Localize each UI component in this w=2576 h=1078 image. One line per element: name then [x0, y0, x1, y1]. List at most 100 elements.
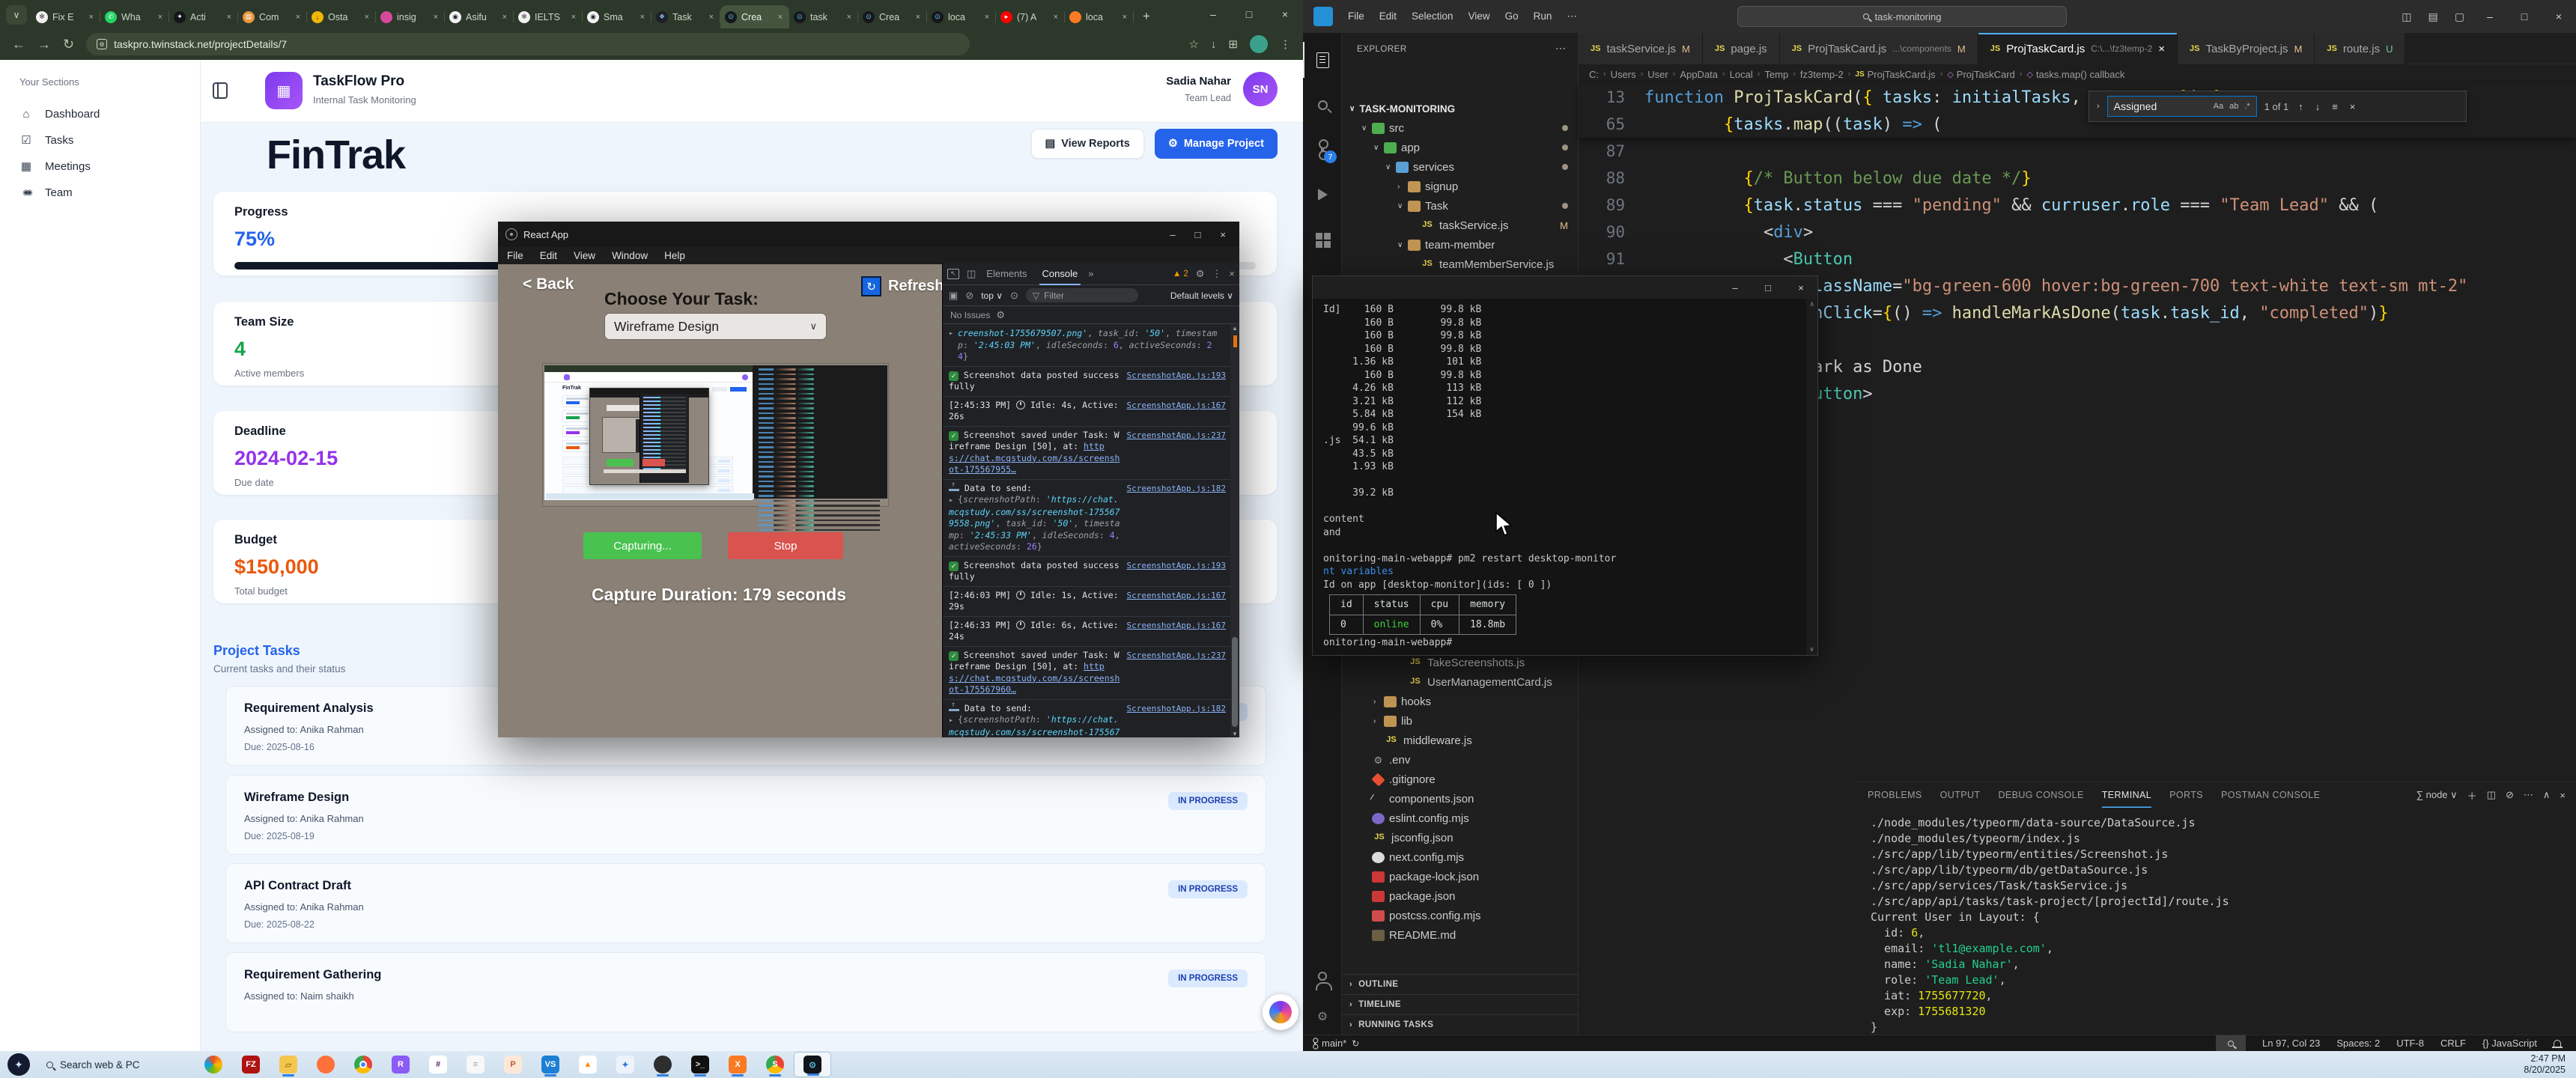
tab-close-icon[interactable]: × [1120, 11, 1129, 23]
breadcrumb-item[interactable]: Users [1611, 69, 1636, 80]
tree-item-eslint-config-mjs[interactable]: eslint.config.mjs [1342, 808, 1579, 828]
tree-item--env[interactable]: ⚙.env [1342, 750, 1579, 770]
bookmark-star-icon[interactable]: ☆ [1188, 37, 1198, 51]
taskbar-clock[interactable]: 2:47 PM 8/20/2025 [2524, 1053, 2576, 1076]
default-levels-select[interactable]: Default levels ∨ [1170, 290, 1233, 301]
vscode-menu-go[interactable]: Go [1498, 10, 1526, 22]
explorer-section-outline[interactable]: ›OUTLINE [1342, 974, 1579, 994]
editor-tab-2[interactable]: JSpage.js [1703, 33, 1780, 64]
taskbar-app-vlc[interactable]: ▲ [569, 1052, 607, 1077]
devtools-tab-elements[interactable]: Elements [983, 263, 1030, 285]
console-sidebar-icon[interactable]: ▣ [949, 290, 958, 302]
taskbar-app-react-app[interactable]: ⊙ [794, 1052, 831, 1077]
log-source-link[interactable]: ScreenshotApp.js:167 [1127, 400, 1226, 423]
browser-tab-8[interactable]: ✻IELTS× [514, 5, 583, 28]
tab-close-icon[interactable]: × [294, 11, 303, 23]
task-select[interactable]: Wireframe Design ∨ [604, 313, 827, 340]
forward-icon[interactable]: → [37, 37, 51, 52]
devtools-close-icon[interactable]: × [1229, 268, 1235, 279]
breadcrumb-item[interactable]: C: [1589, 69, 1599, 80]
editor-tab-1[interactable]: JStaskService.jsM [1579, 33, 1703, 64]
editor-tab-5[interactable]: JSTaskByProject.jsM [2178, 33, 2315, 64]
tab-close-icon[interactable]: × [500, 11, 509, 23]
explorer-root-folder[interactable]: ∨TASK-MONITORING [1349, 99, 1574, 118]
taskbar-app-terminal[interactable]: >_ [681, 1052, 719, 1077]
activity-search-icon[interactable] [1303, 87, 1342, 123]
tree-item-readme-md[interactable]: README.md [1342, 925, 1579, 945]
tree-item-task[interactable]: ∨Task [1342, 196, 1579, 216]
tab-close-icon[interactable]: × [1051, 11, 1060, 23]
panel-tab-ports[interactable]: PORTS [2169, 782, 2203, 808]
vscode-search-box[interactable]: task-monitoring [1737, 6, 2067, 27]
log-source-link[interactable]: ScreenshotApp.js:193 [1127, 370, 1226, 393]
tree-item-src[interactable]: ∨src [1342, 118, 1579, 138]
explorer-more-icon[interactable]: ⋯ [1555, 42, 1566, 55]
extensions-icon[interactable]: ⊞ [1228, 37, 1238, 51]
breadcrumb-item[interactable]: User [1647, 69, 1668, 80]
log-source-link[interactable]: ScreenshotApp.js:167 [1127, 590, 1226, 613]
activity-settings-icon[interactable]: ⚙ [1303, 999, 1342, 1035]
taskbar-app-xampp[interactable]: X [719, 1052, 756, 1077]
breadcrumb-item[interactable]: AppData [1680, 69, 1718, 80]
tab-close-icon[interactable]: × [914, 11, 923, 23]
taskbar-app-paint[interactable]: P [494, 1052, 532, 1077]
maximize-button[interactable]: □ [1195, 229, 1201, 240]
maximize-button[interactable]: □ [1752, 282, 1784, 293]
back-button[interactable]: < Back [523, 275, 574, 293]
tree-item-hooks[interactable]: ›hooks [1342, 692, 1579, 711]
tab-close-icon[interactable]: × [431, 11, 440, 23]
panel-tab-terminal[interactable]: TERMINAL [2102, 782, 2151, 808]
taskbar-app-chrome[interactable] [344, 1052, 382, 1077]
explorer-section-running-tasks[interactable]: ›RUNNING TASKS [1342, 1014, 1579, 1035]
new-tab-button[interactable]: + [1134, 9, 1159, 28]
tree-item-signup[interactable]: ›signup [1342, 177, 1579, 196]
tab-close-icon[interactable]: × [845, 11, 854, 23]
view-reports-button[interactable]: ▤View Reports [1031, 129, 1144, 159]
tree-item-app[interactable]: ∨app [1342, 138, 1579, 157]
tab-close-icon[interactable]: × [156, 11, 165, 23]
breadcrumb-item[interactable]: tasks.map() callback [2036, 69, 2124, 80]
close-button[interactable]: × [1784, 282, 1817, 293]
taskbar-search[interactable]: Search web & PC [46, 1059, 181, 1071]
download-icon[interactable]: ↓ [1211, 38, 1217, 51]
tree-item-lib[interactable]: ›lib [1342, 711, 1579, 731]
menu-file[interactable]: File [507, 250, 523, 261]
panel-tab-output[interactable]: OUTPUT [1940, 782, 1981, 808]
log-source-link[interactable]: ScreenshotApp.js:182 [1127, 703, 1226, 738]
taskbar-app-notepad[interactable]: ≡ [457, 1052, 494, 1077]
notifications-bell-icon[interactable] [2554, 1040, 2561, 1047]
tab-close-icon[interactable]: × [569, 11, 578, 23]
match-case-icon[interactable]: Aa [2214, 102, 2223, 111]
taskbar-app-copilot[interactable] [195, 1052, 232, 1077]
taskbar-app-chrome-s[interactable]: S [756, 1052, 794, 1077]
whole-word-icon[interactable]: ab [2229, 102, 2238, 111]
explorer-section-timeline[interactable]: ›TIMELINE [1342, 994, 1579, 1014]
log-source-link[interactable]: ScreenshotApp.js:182 [1127, 483, 1226, 553]
activity-extensions-icon[interactable] [1303, 222, 1342, 258]
site-info-icon[interactable]: ⚙ [97, 39, 107, 49]
url-bar[interactable]: ⚙ taskpro.twinstack.net/projectDetails/7 [86, 33, 970, 55]
panel-close-icon[interactable]: × [2560, 790, 2566, 801]
capturing-button[interactable]: Capturing... [583, 532, 702, 559]
tree-item--gitignore[interactable]: .gitignore [1342, 770, 1579, 789]
vscode-menu-edit[interactable]: Edit [1372, 10, 1404, 22]
tree-item-package-lock-json[interactable]: package-lock.json [1342, 867, 1579, 886]
activity-explorer-icon[interactable] [1303, 42, 1342, 78]
status-indentation[interactable]: Spaces: 2 [2336, 1038, 2380, 1049]
reload-icon[interactable]: ↻ [63, 37, 74, 52]
browser-tab-2[interactable]: ✆Wha× [100, 5, 169, 28]
clear-console-icon[interactable]: ⊘ [965, 290, 973, 302]
layout-icon-3[interactable]: ▢ [2446, 10, 2473, 23]
tree-item-next-config-mjs[interactable]: next.config.mjs [1342, 847, 1579, 867]
kill-terminal-icon[interactable]: ⊘ [2506, 789, 2514, 801]
browser-tab-15[interactable]: ▸(7) A× [996, 5, 1065, 28]
tab-close-icon[interactable]: × [87, 11, 96, 23]
terminal-output[interactable]: ./node_modules/typeorm/data-source/DataS… [1871, 815, 2561, 1014]
devtools-kebab-icon[interactable]: ⋮ [1212, 268, 1221, 280]
taskbar-app-star[interactable]: ✦ [607, 1052, 644, 1077]
tab-close-icon[interactable]: × [362, 11, 371, 23]
layout-icon-1[interactable]: ◫ [2393, 10, 2419, 23]
eye-icon[interactable]: ⊙ [1010, 290, 1018, 302]
sidebar-item-dashboard[interactable]: ⌂Dashboard [10, 102, 190, 126]
floating-terminal-output[interactable]: Id] 160 B 99.8 kB 160 B 99.8 kB 160 B 99… [1323, 303, 1802, 652]
